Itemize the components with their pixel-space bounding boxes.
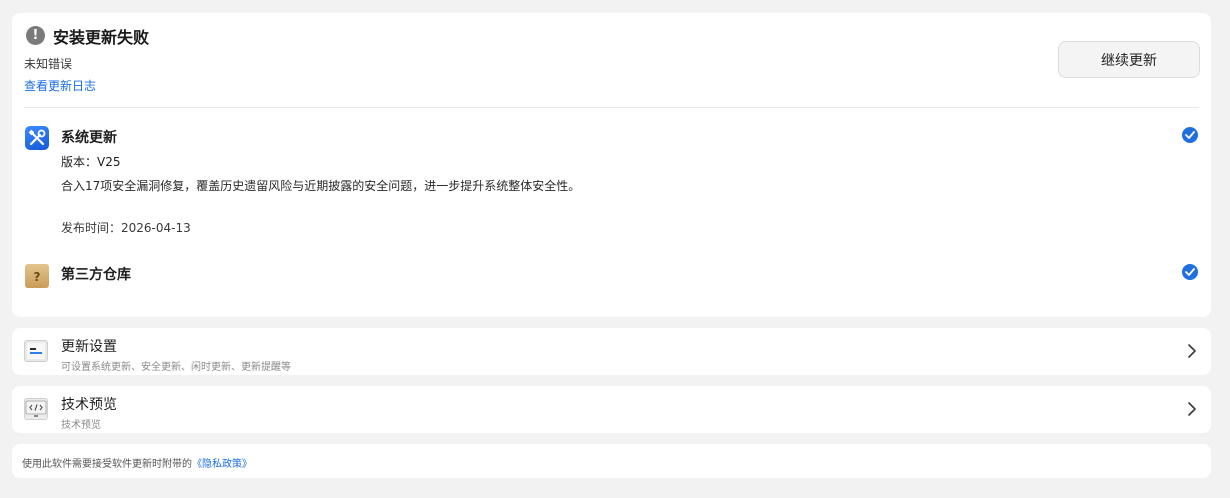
privacy-policy-link[interactable]: 《隐私政策》 — [192, 459, 252, 470]
third-party-repo-checkbox[interactable] — [1182, 264, 1198, 280]
privacy-footer: 使用此软件需要接受软件更新时附带的《隐私政策》 — [12, 444, 1211, 478]
status-error-text: 未知错误 — [24, 57, 73, 71]
privacy-footer-text: 使用此软件需要接受软件更新时附带的《隐私政策》 — [22, 455, 252, 470]
update-settings-row[interactable]: 更新设置 可设置系统更新、安全更新、闲时更新、更新提醒等 — [12, 328, 1211, 375]
continue-update-button[interactable]: 继续更新 — [1058, 41, 1200, 78]
warning-icon: ! — [26, 26, 45, 45]
divider — [24, 107, 1199, 108]
privacy-notice-text: 使用此软件需要接受软件更新时附带的 — [22, 459, 192, 470]
technical-preview-title: 技术预览 — [61, 397, 117, 413]
status-title: 安装更新失败 — [53, 28, 150, 47]
chevron-right-icon — [1188, 344, 1196, 358]
system-update-version: 版本：V25 — [61, 155, 121, 169]
chevron-right-icon — [1188, 402, 1196, 416]
system-update-checkbox[interactable] — [1182, 127, 1198, 143]
system-update-description: 合入17项安全漏洞修复，覆盖历史遗留风险与近期披露的安全问题，进一步提升系统整体… — [61, 179, 581, 193]
technical-preview-row[interactable]: 技术预览 技术预览 — [12, 386, 1211, 433]
system-update-release-date: 发布时间：2026-04-13 — [61, 221, 191, 235]
update-settings-subtitle: 可设置系统更新、安全更新、闲时更新、更新提醒等 — [61, 362, 291, 373]
code-monitor-icon — [24, 398, 48, 420]
view-update-log-link[interactable]: 查看更新日志 — [24, 77, 96, 94]
system-update-icon — [25, 126, 49, 150]
system-update-title: 系统更新 — [61, 130, 117, 146]
checkmark-icon — [1185, 131, 1195, 139]
third-party-repo-title: 第三方仓库 — [61, 267, 131, 283]
technical-preview-subtitle: 技术预览 — [61, 420, 101, 431]
package-unknown-icon: ? — [25, 264, 49, 288]
checkmark-icon — [1185, 268, 1195, 276]
update-settings-icon — [24, 340, 48, 362]
update-settings-title: 更新设置 — [61, 339, 117, 355]
update-status-card: ! 安装更新失败 未知错误 查看更新日志 继续更新 系统更新 版本：V25 合入… — [12, 13, 1211, 317]
